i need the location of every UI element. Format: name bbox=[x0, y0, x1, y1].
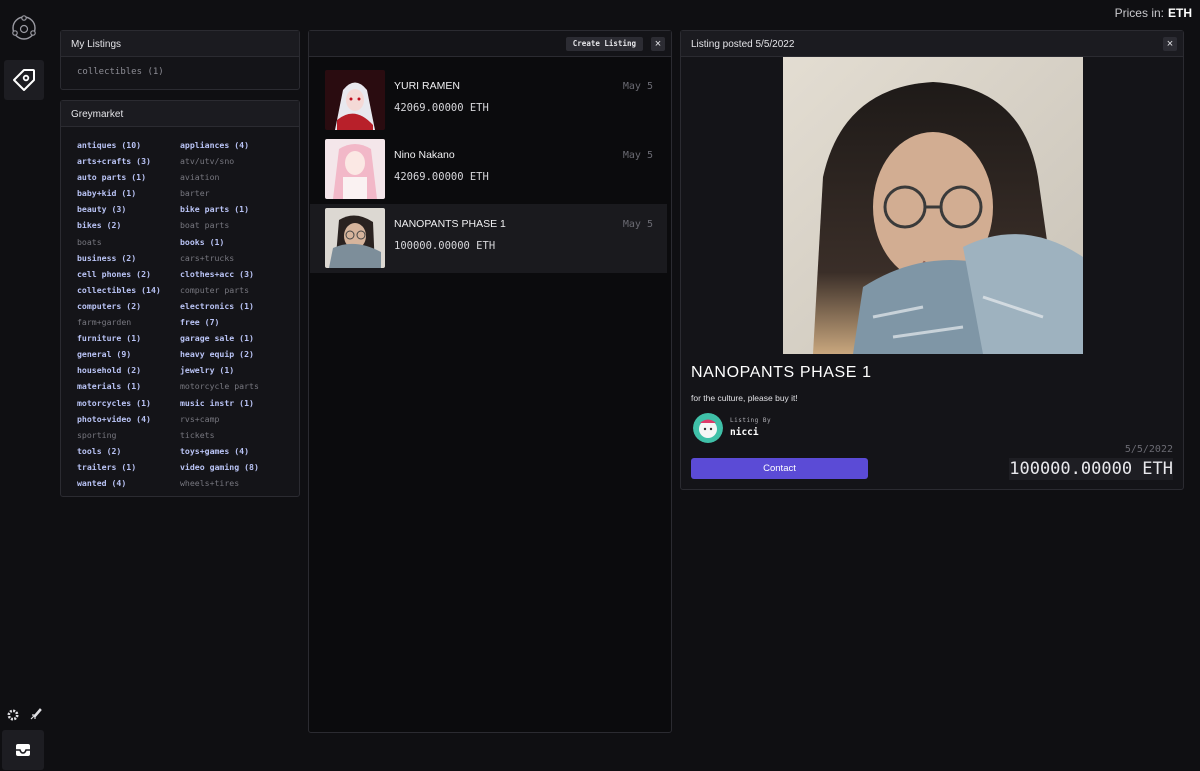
settings-gear-icon[interactable] bbox=[5, 707, 21, 723]
category-link[interactable]: sporting bbox=[77, 427, 180, 443]
listing-title: Nino Nakano bbox=[394, 149, 455, 161]
listing-description: for the culture, please buy it! bbox=[691, 393, 798, 403]
listing-detail-header: Listing posted 5/5/2022 × bbox=[681, 31, 1183, 57]
close-icon[interactable]: × bbox=[1163, 37, 1177, 51]
category-link[interactable]: rvs+camp bbox=[180, 411, 290, 427]
listing-photo bbox=[783, 57, 1083, 354]
listing-date: May 5 bbox=[622, 219, 653, 230]
category-link[interactable]: computer parts bbox=[180, 282, 290, 298]
category-link[interactable]: farm+garden bbox=[77, 314, 180, 330]
category-link[interactable]: arts+crafts (3) bbox=[77, 153, 180, 169]
category-link[interactable]: boats bbox=[77, 234, 180, 250]
category-link[interactable]: electronics (1) bbox=[180, 298, 290, 314]
listing-detail-panel: Listing posted 5/5/2022 × NANOPANTS PHAS… bbox=[680, 30, 1184, 490]
category-link[interactable]: business (2) bbox=[77, 250, 180, 266]
create-listing-button[interactable]: Create Listing bbox=[565, 37, 643, 51]
marketplace-tag-icon[interactable] bbox=[4, 60, 44, 100]
category-link[interactable]: bikes (2) bbox=[77, 217, 180, 233]
category-link[interactable]: toys+games (4) bbox=[180, 443, 290, 459]
my-listings-title: My Listings bbox=[61, 31, 299, 57]
listing-by-label: Listing By bbox=[730, 417, 772, 424]
listing-posted-date: Listing posted 5/5/2022 bbox=[691, 39, 795, 50]
listing-thumbnail bbox=[325, 70, 385, 130]
category-link[interactable]: collectibles (14) bbox=[77, 282, 180, 298]
listings-panel: Create Listing × YURI RAMEN 42069.00000 … bbox=[308, 30, 672, 733]
category-link[interactable]: photo+video (4) bbox=[77, 411, 180, 427]
listing-item-nanopants[interactable]: NANOPANTS PHASE 1 100000.00000 ETH May 5 bbox=[310, 204, 667, 273]
category-link[interactable]: auto parts (1) bbox=[77, 169, 180, 185]
category-link[interactable]: wheels+tires bbox=[180, 475, 290, 491]
category-link[interactable]: video gaming (8) bbox=[180, 459, 290, 475]
category-link[interactable]: free (7) bbox=[180, 314, 290, 330]
left-rail bbox=[0, 0, 48, 771]
category-link[interactable]: materials (1) bbox=[77, 378, 180, 394]
listing-price: 42069.00000 ETH bbox=[394, 171, 489, 183]
category-link[interactable]: cell phones (2) bbox=[77, 266, 180, 282]
logo-icon[interactable] bbox=[10, 14, 38, 42]
category-link[interactable]: furniture (1) bbox=[77, 330, 180, 346]
prices-label: Prices in: bbox=[1114, 6, 1164, 20]
listing-date: May 5 bbox=[622, 150, 653, 161]
category-link[interactable]: general (9) bbox=[77, 346, 180, 362]
category-link[interactable]: tools (2) bbox=[77, 443, 180, 459]
category-link[interactable]: barter bbox=[180, 185, 290, 201]
category-link[interactable]: motorcycles (1) bbox=[77, 395, 180, 411]
category-link[interactable]: music instr (1) bbox=[180, 395, 290, 411]
listing-title: YURI RAMEN bbox=[394, 80, 460, 92]
greymarket-title: Greymarket bbox=[61, 101, 299, 127]
listing-date: May 5 bbox=[622, 81, 653, 92]
category-link[interactable]: cars+trucks bbox=[180, 250, 290, 266]
category-link[interactable]: beauty (3) bbox=[77, 201, 180, 217]
currency-value[interactable]: ETH bbox=[1168, 6, 1192, 20]
category-grid: antiques (10) appliances (4) arts+crafts (… bbox=[61, 127, 299, 491]
category-link[interactable]: household (2) bbox=[77, 362, 180, 378]
price-currency-selector[interactable]: Prices in: ETH bbox=[1115, 6, 1192, 20]
listing-item-yuri-ramen[interactable]: YURI RAMEN 42069.00000 ETH May 5 bbox=[310, 66, 667, 135]
my-listings-panel: My Listings collectibles (1) bbox=[60, 30, 300, 90]
listing-thumbnail bbox=[325, 208, 385, 268]
listing-date: 5/5/2022 bbox=[1124, 444, 1173, 455]
category-link[interactable]: books (1) bbox=[180, 234, 290, 250]
category-link[interactable]: antiques (10) bbox=[77, 137, 180, 153]
category-link[interactable]: tickets bbox=[180, 427, 290, 443]
listing-price: 42069.00000 ETH bbox=[394, 102, 489, 114]
my-listings-item[interactable]: collectibles (1) bbox=[61, 57, 299, 77]
listing-item-nino-nakano[interactable]: Nino Nakano 42069.00000 ETH May 5 bbox=[310, 135, 667, 204]
seller-avatar[interactable] bbox=[693, 413, 723, 443]
category-link[interactable]: baby+kid (1) bbox=[77, 185, 180, 201]
category-link[interactable]: clothes+acc (3) bbox=[180, 266, 290, 282]
category-link[interactable]: aviation bbox=[180, 169, 290, 185]
category-link[interactable]: atv/utv/sno bbox=[180, 153, 290, 169]
listings-panel-header: Create Listing × bbox=[309, 31, 671, 57]
category-link[interactable]: trailers (1) bbox=[77, 459, 180, 475]
category-link[interactable]: motorcycle parts bbox=[180, 378, 290, 394]
category-link[interactable]: computers (2) bbox=[77, 298, 180, 314]
close-icon[interactable]: × bbox=[651, 37, 665, 51]
seller-name[interactable]: nicci bbox=[730, 427, 759, 438]
category-link[interactable]: jewelry (1) bbox=[180, 362, 290, 378]
category-link[interactable]: appliances (4) bbox=[180, 137, 290, 153]
listing-title: NANOPANTS PHASE 1 bbox=[691, 364, 872, 381]
listing-thumbnail bbox=[325, 139, 385, 199]
category-link[interactable]: garage sale (1) bbox=[180, 330, 290, 346]
rocket-icon[interactable] bbox=[28, 706, 44, 722]
category-link[interactable]: boat parts bbox=[180, 217, 290, 233]
inbox-icon[interactable] bbox=[2, 730, 44, 770]
greymarket-panel: Greymarket antiques (10) appliances (4) ar… bbox=[60, 100, 300, 497]
category-link[interactable]: wanted (4) bbox=[77, 475, 180, 491]
category-link[interactable]: bike parts (1) bbox=[180, 201, 290, 217]
listing-title: NANOPANTS PHASE 1 bbox=[394, 218, 506, 230]
listing-price: 100000.00000 ETH bbox=[394, 240, 496, 252]
category-link[interactable]: heavy equip (2) bbox=[180, 346, 290, 362]
listing-price: 100000.00000 ETH bbox=[1009, 458, 1173, 480]
contact-button[interactable]: Contact bbox=[691, 458, 868, 479]
